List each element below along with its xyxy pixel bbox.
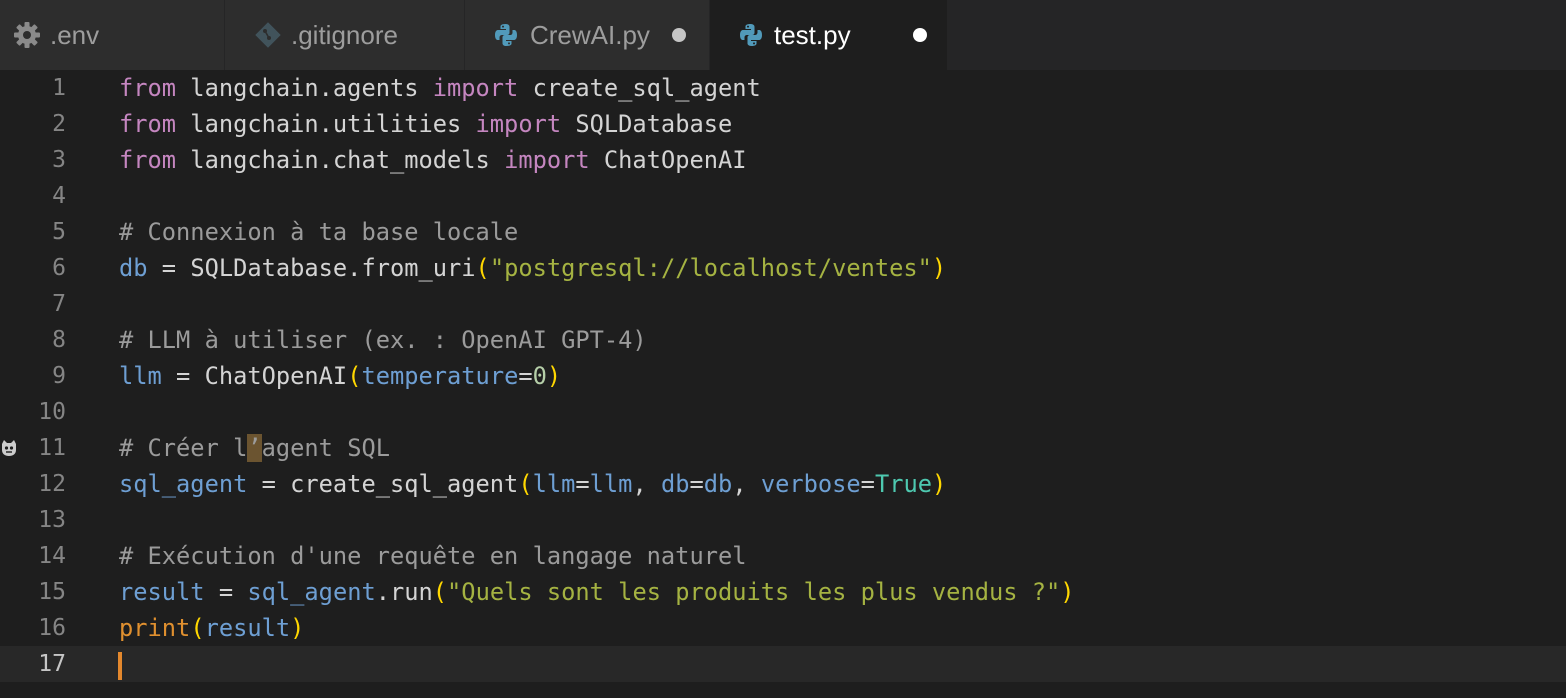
line-number: 12 [38, 471, 66, 497]
unsaved-dot-icon[interactable] [672, 28, 686, 42]
code-line: 10 [0, 394, 1566, 430]
tab-label: CrewAI.py [530, 20, 650, 50]
code-text: from langchain.agents import create_sql_… [119, 74, 761, 102]
line-number: 14 [38, 543, 66, 569]
code-text: print(result) [119, 614, 305, 642]
line-number: 13 [38, 507, 66, 533]
tab-crewai[interactable]: CrewAI.py [465, 0, 710, 70]
tab-label: .gitignore [291, 20, 398, 50]
code-editor[interactable]: 1 from langchain.agents import create_sq… [0, 70, 1566, 698]
code-line: 1 from langchain.agents import create_sq… [0, 70, 1566, 106]
code-line: 6 db = SQLDatabase.from_uri("postgresql:… [0, 250, 1566, 286]
code-text: sql_agent = create_sql_agent(llm=llm, db… [119, 470, 947, 498]
code-line: 14 # Exécution d'une requête en langage … [0, 538, 1566, 574]
code-line: 9 llm = ChatOpenAI(temperature=0) [0, 358, 1566, 394]
code-line: 16 print(result) [0, 610, 1566, 646]
python-icon [491, 20, 521, 50]
tab-gitignore[interactable]: .gitignore [225, 0, 465, 70]
line-number: 2 [52, 111, 66, 137]
git-diamond-icon [253, 20, 283, 50]
tab-bar: .env .gitignore CrewAI.py test.py [0, 0, 1566, 70]
code-line: 7 [0, 286, 1566, 322]
code-line: 8 # LLM à utiliser (ex. : OpenAI GPT-4) [0, 322, 1566, 358]
line-number: 17 [38, 651, 66, 677]
line-number: 6 [52, 255, 66, 281]
code-line: 2 from langchain.utilities import SQLDat… [0, 106, 1566, 142]
tab-env[interactable]: .env [0, 0, 225, 70]
code-text: from langchain.chat_models import ChatOp… [119, 146, 747, 174]
code-comment: # LLM à utiliser (ex. : OpenAI GPT-4) [119, 326, 647, 354]
code-comment: # Connexion à ta base locale [119, 218, 519, 246]
line-number: 7 [52, 291, 66, 317]
code-line: 15 result = sql_agent.run("Quels sont le… [0, 574, 1566, 610]
code-line: 12 sql_agent = create_sql_agent(llm=llm,… [0, 466, 1566, 502]
code-comment: # Créer l’agent SQL [119, 434, 390, 462]
line-number: 16 [38, 615, 66, 641]
code-comment: # Exécution d'une requête en langage nat… [119, 542, 747, 570]
gear-icon [12, 20, 42, 50]
line-number: 15 [38, 579, 66, 605]
code-line: 13 [0, 502, 1566, 538]
code-text: db = SQLDatabase.from_uri("postgresql://… [119, 254, 947, 282]
text-cursor [118, 652, 122, 680]
line-number: 10 [38, 399, 66, 425]
code-line: 3 from langchain.chat_models import Chat… [0, 142, 1566, 178]
line-number: 5 [52, 219, 66, 245]
line-number: 1 [52, 75, 66, 101]
line-number: 9 [52, 363, 66, 389]
line-number: 8 [52, 327, 66, 353]
tab-label: test.py [774, 20, 851, 50]
line-number: 3 [52, 147, 66, 173]
code-text: result = sql_agent.run("Quels sont les p… [119, 578, 1075, 606]
line-number: 4 [52, 183, 66, 209]
current-line[interactable]: 17 [0, 646, 1566, 682]
line-number: 11 [38, 435, 66, 461]
code-line: 11 # Créer l’agent SQL [0, 430, 1566, 466]
python-icon [736, 20, 766, 50]
code-text: llm = ChatOpenAI(temperature=0) [119, 362, 562, 390]
code-line: 5 # Connexion à ta base locale [0, 214, 1566, 250]
tab-label: .env [50, 20, 100, 50]
unsaved-dot-icon[interactable] [913, 28, 927, 42]
code-text: from langchain.utilities import SQLDatab… [119, 110, 733, 138]
tab-test[interactable]: test.py [710, 0, 948, 70]
code-line: 4 [0, 178, 1566, 214]
